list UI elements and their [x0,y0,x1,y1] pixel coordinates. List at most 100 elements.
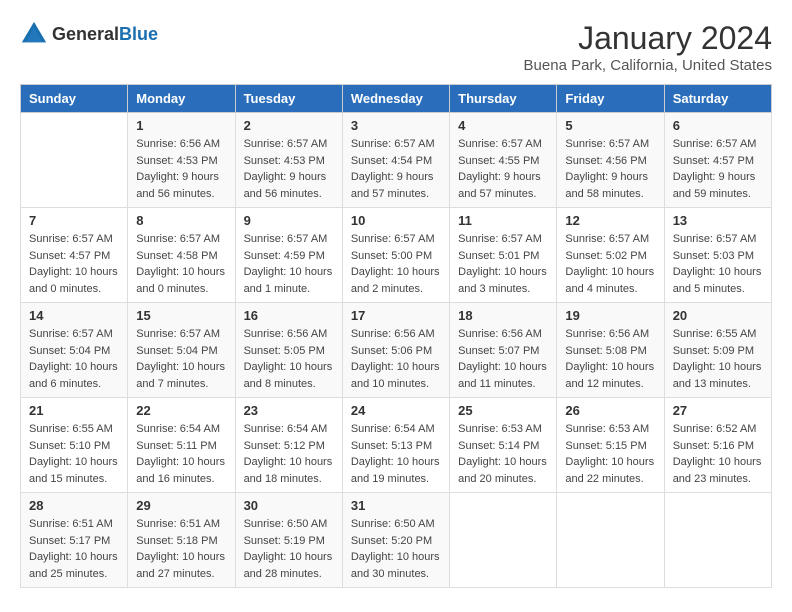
calendar-cell: 27Sunrise: 6:52 AM Sunset: 5:16 PM Dayli… [664,398,771,493]
calendar-cell: 3 Sunrise: 6:57 AM Sunset: 4:54 PM Daylig… [342,113,449,208]
calendar-cell: 5 Sunrise: 6:57 AM Sunset: 4:56 PM Daylig… [557,113,664,208]
day-number: 29 [136,498,226,513]
day-info: Sunrise: 6:51 AM Sunset: 5:17 PM Dayligh… [29,516,119,582]
day-number: 10 [351,213,441,228]
day-info: Sunrise: 6:57 AM Sunset: 4:54 PM Dayligh… [351,136,441,202]
day-info: Sunrise: 6:51 AM Sunset: 5:18 PM Dayligh… [136,516,226,582]
logo-icon [20,20,48,48]
day-number: 6 [673,118,763,133]
calendar-cell: 21 Sunrise: 6:55 AM Sunset: 5:10 PM Dayli… [21,398,128,493]
calendar-cell: 10Sunrise: 6:57 AM Sunset: 5:00 PM Dayli… [342,208,449,303]
day-number: 12 [565,213,655,228]
day-info: Sunrise: 6:57 AM Sunset: 4:58 PM Dayligh… [136,231,226,297]
day-info: Sunrise: 6:57 AM Sunset: 5:01 PM Dayligh… [458,231,548,297]
day-info: Sunrise: 6:57 AM Sunset: 4:53 PM Dayligh… [244,136,334,202]
day-info: Sunrise: 6:56 AM Sunset: 5:08 PM Dayligh… [565,326,655,392]
calendar-cell: 23Sunrise: 6:54 AM Sunset: 5:12 PM Dayli… [235,398,342,493]
title-block: January 2024 Buena Park, California, Uni… [524,20,772,74]
calendar-cell: 31 Sunrise: 6:50 AM Sunset: 5:20 PM Dayli… [342,493,449,588]
day-number: 8 [136,213,226,228]
calendar-cell [21,113,128,208]
calendar-cell: 2Sunrise: 6:57 AM Sunset: 4:53 PM Daylig… [235,113,342,208]
logo: GeneralBlue [20,20,158,48]
day-info: Sunrise: 6:53 AM Sunset: 5:14 PM Dayligh… [458,421,548,487]
day-number: 19 [565,308,655,323]
day-of-week-saturday: Saturday [664,85,771,113]
day-info: Sunrise: 6:57 AM Sunset: 5:02 PM Dayligh… [565,231,655,297]
day-number: 15 [136,308,226,323]
day-number: 11 [458,213,548,228]
calendar-cell: 28Sunrise: 6:51 AM Sunset: 5:17 PM Dayli… [21,493,128,588]
day-number: 22 [136,403,226,418]
day-info: Sunrise: 6:54 AM Sunset: 5:11 PM Dayligh… [136,421,226,487]
calendar-cell: 4 Sunrise: 6:57 AM Sunset: 4:55 PM Daylig… [450,113,557,208]
logo-general-text: General [52,24,119,44]
day-info: Sunrise: 6:57 AM Sunset: 5:04 PM Dayligh… [29,326,119,392]
calendar-cell: 20 Sunrise: 6:55 AM Sunset: 5:09 PM Dayli… [664,303,771,398]
day-number: 14 [29,308,119,323]
day-number: 18 [458,308,548,323]
calendar-cell: 12 Sunrise: 6:57 AM Sunset: 5:02 PM Dayli… [557,208,664,303]
calendar-cell: 25 Sunrise: 6:53 AM Sunset: 5:14 PM Dayli… [450,398,557,493]
day-number: 21 [29,403,119,418]
day-info: Sunrise: 6:56 AM Sunset: 4:53 PM Dayligh… [136,136,226,202]
day-of-week-friday: Friday [557,85,664,113]
day-number: 30 [244,498,334,513]
day-info: Sunrise: 6:57 AM Sunset: 4:57 PM Dayligh… [673,136,763,202]
day-info: Sunrise: 6:54 AM Sunset: 5:12 PM Dayligh… [244,421,334,487]
calendar-cell: 14 Sunrise: 6:57 AM Sunset: 5:04 PM Dayli… [21,303,128,398]
calendar-cell: 13 Sunrise: 6:57 AM Sunset: 5:03 PM Dayli… [664,208,771,303]
day-info: Sunrise: 6:57 AM Sunset: 4:55 PM Dayligh… [458,136,548,202]
day-info: Sunrise: 6:57 AM Sunset: 5:03 PM Dayligh… [673,231,763,297]
day-info: Sunrise: 6:57 AM Sunset: 4:56 PM Dayligh… [565,136,655,202]
calendar-cell: 30Sunrise: 6:50 AM Sunset: 5:19 PM Dayli… [235,493,342,588]
day-info: Sunrise: 6:52 AM Sunset: 5:16 PM Dayligh… [673,421,763,487]
day-number: 26 [565,403,655,418]
day-info: Sunrise: 6:57 AM Sunset: 4:57 PM Dayligh… [29,231,119,297]
day-info: Sunrise: 6:56 AM Sunset: 5:06 PM Dayligh… [351,326,441,392]
calendar-cell: 17Sunrise: 6:56 AM Sunset: 5:06 PM Dayli… [342,303,449,398]
calendar-cell: 19 Sunrise: 6:56 AM Sunset: 5:08 PM Dayli… [557,303,664,398]
calendar-cell: 16Sunrise: 6:56 AM Sunset: 5:05 PM Dayli… [235,303,342,398]
day-number: 16 [244,308,334,323]
calendar-week-row: 28Sunrise: 6:51 AM Sunset: 5:17 PM Dayli… [21,493,772,588]
page-header: GeneralBlue January 2024 Buena Park, Cal… [20,20,772,74]
day-of-week-wednesday: Wednesday [342,85,449,113]
calendar-title: January 2024 [524,20,772,57]
day-number: 13 [673,213,763,228]
day-info: Sunrise: 6:55 AM Sunset: 5:10 PM Dayligh… [29,421,119,487]
calendar-cell: 6 Sunrise: 6:57 AM Sunset: 4:57 PM Daylig… [664,113,771,208]
day-number: 5 [565,118,655,133]
calendar-cell: 1 Sunrise: 6:56 AM Sunset: 4:53 PM Daylig… [128,113,235,208]
calendar-table: SundayMondayTuesdayWednesdayThursdayFrid… [20,84,772,588]
calendar-cell: 18 Sunrise: 6:56 AM Sunset: 5:07 PM Dayli… [450,303,557,398]
calendar-week-row: 7 Sunrise: 6:57 AM Sunset: 4:57 PM Daylig… [21,208,772,303]
day-number: 4 [458,118,548,133]
calendar-body: 1 Sunrise: 6:56 AM Sunset: 4:53 PM Daylig… [21,113,772,588]
calendar-cell: 22 Sunrise: 6:54 AM Sunset: 5:11 PM Dayli… [128,398,235,493]
day-number: 1 [136,118,226,133]
day-number: 7 [29,213,119,228]
calendar-header: SundayMondayTuesdayWednesdayThursdayFrid… [21,85,772,113]
calendar-cell: 29 Sunrise: 6:51 AM Sunset: 5:18 PM Dayli… [128,493,235,588]
day-info: Sunrise: 6:55 AM Sunset: 5:09 PM Dayligh… [673,326,763,392]
calendar-subtitle: Buena Park, California, United States [524,57,772,74]
day-number: 31 [351,498,441,513]
day-number: 25 [458,403,548,418]
logo-blue-text: Blue [119,24,158,44]
day-of-week-sunday: Sunday [21,85,128,113]
day-info: Sunrise: 6:57 AM Sunset: 4:59 PM Dayligh… [244,231,334,297]
day-number: 20 [673,308,763,323]
day-info: Sunrise: 6:53 AM Sunset: 5:15 PM Dayligh… [565,421,655,487]
calendar-cell: 11 Sunrise: 6:57 AM Sunset: 5:01 PM Dayli… [450,208,557,303]
day-number: 24 [351,403,441,418]
calendar-cell: 7 Sunrise: 6:57 AM Sunset: 4:57 PM Daylig… [21,208,128,303]
calendar-cell: 26 Sunrise: 6:53 AM Sunset: 5:15 PM Dayli… [557,398,664,493]
day-of-week-tuesday: Tuesday [235,85,342,113]
day-info: Sunrise: 6:54 AM Sunset: 5:13 PM Dayligh… [351,421,441,487]
day-info: Sunrise: 6:56 AM Sunset: 5:07 PM Dayligh… [458,326,548,392]
day-of-week-monday: Monday [128,85,235,113]
day-number: 3 [351,118,441,133]
day-header-row: SundayMondayTuesdayWednesdayThursdayFrid… [21,85,772,113]
day-info: Sunrise: 6:50 AM Sunset: 5:20 PM Dayligh… [351,516,441,582]
